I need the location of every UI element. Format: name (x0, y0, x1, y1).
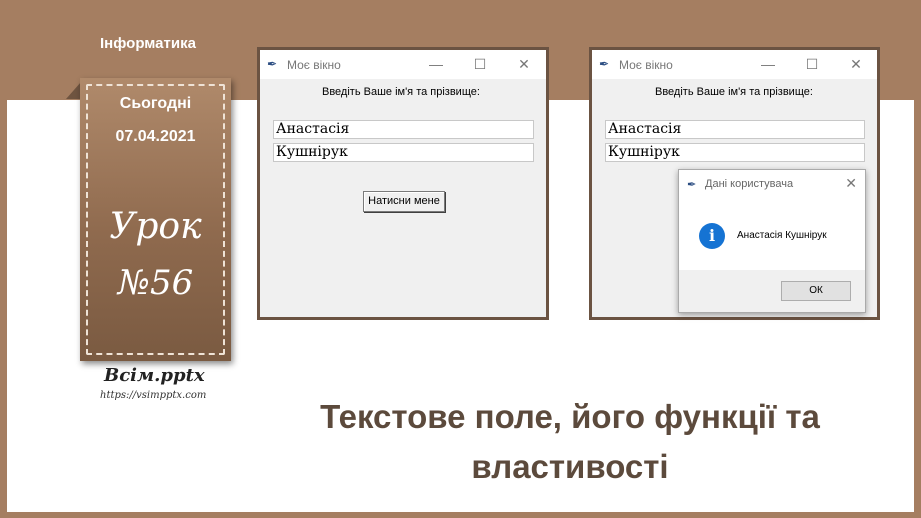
frame-right (914, 100, 921, 518)
name-prompt-label: Введіть Ваше ім'я та прізвище: (655, 86, 813, 98)
frame-bottom (0, 512, 921, 518)
frame-left (0, 100, 7, 518)
maximize-button[interactable]: ☐ (466, 55, 494, 73)
last-name-entry[interactable]: Кушнірук (273, 143, 534, 162)
name-prompt-label: Введіть Ваше ім'я та прізвище: (322, 86, 480, 98)
slide-title-line1: Текстове поле, його функції та (320, 398, 820, 435)
today-label: Сьогодні (119, 95, 192, 112)
first-name-entry[interactable]: Анастасія (605, 120, 865, 139)
lesson-card: Сьогодні 07.04.2021 Урок №56 (80, 78, 231, 361)
minimize-button[interactable]: — (422, 55, 450, 73)
app-window-2: ✒ Моє вікно — ☐ ✕ Введіть Ваше ім'я та п… (589, 47, 880, 320)
slide-title-line2: властивості (471, 448, 669, 485)
info-icon: i (699, 223, 725, 249)
titlebar: ✒ Моє вікно — ☐ ✕ (592, 50, 877, 79)
dialog-message: Анастасія Кушнірук (737, 230, 827, 241)
card-tab-notch (66, 82, 81, 99)
window-title: Моє вікно (619, 58, 673, 72)
subject-label: Інформатика (100, 35, 196, 52)
minimize-button[interactable]: — (754, 55, 782, 73)
app-window-1: ✒ Моє вікно — ☐ ✕ Введіть Ваше ім'я та п… (257, 47, 549, 320)
last-name-entry[interactable]: Кушнірук (605, 143, 865, 162)
brand-logo-text: Всім.pptx (104, 365, 205, 386)
dialog-footer: ОК (679, 270, 865, 312)
feather-icon: ✒ (267, 57, 278, 71)
feather-icon: ✒ (687, 179, 697, 191)
slide-title: Текстове поле, його функції та властивос… (290, 392, 850, 492)
lesson-label: Урок (109, 206, 202, 247)
first-name-entry[interactable]: Анастасія (273, 120, 534, 139)
maximize-button[interactable]: ☐ (798, 55, 826, 73)
close-button[interactable]: ✕ (842, 55, 870, 73)
lesson-date: 07.04.2021 (115, 128, 196, 145)
ok-button[interactable]: ОК (781, 281, 851, 301)
feather-icon: ✒ (599, 57, 610, 71)
window-title: Моє вікно (287, 58, 341, 72)
press-me-button[interactable]: Натисни мене (363, 191, 445, 212)
close-button[interactable]: ✕ (510, 55, 538, 73)
user-data-dialog: ✒ Дані користувача ✕ i Анастасія Кушніру… (678, 169, 866, 313)
dialog-title: Дані користувача (705, 178, 794, 190)
lesson-number: №56 (117, 263, 194, 303)
dialog-close-button[interactable]: ✕ (845, 175, 857, 192)
brand-url: https://vsimpptx.com (100, 390, 207, 401)
titlebar: ✒ Моє вікно — ☐ ✕ (260, 50, 546, 79)
